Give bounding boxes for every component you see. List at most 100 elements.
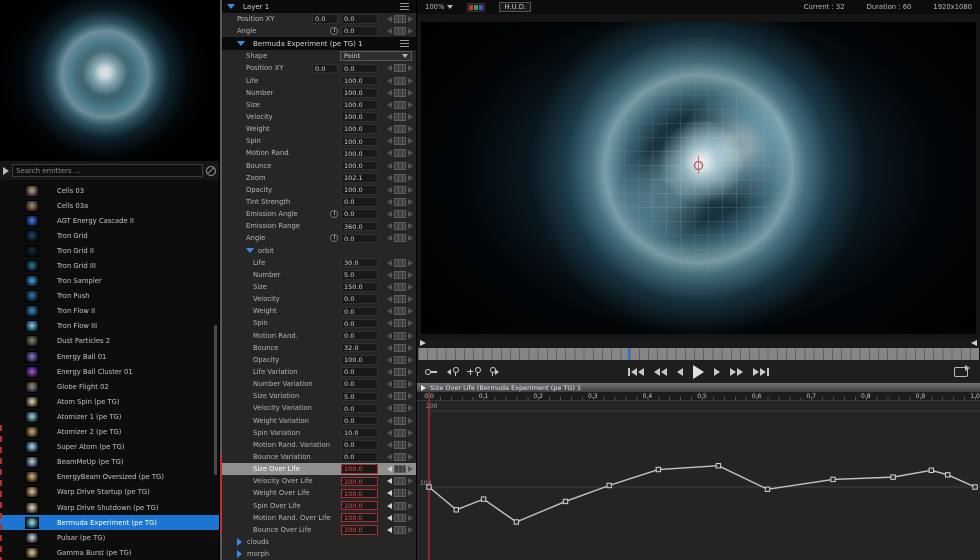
value-slider-pad[interactable] <box>394 380 406 388</box>
parameter-value[interactable]: 0.0 <box>341 209 378 219</box>
nudge-right-icon[interactable] <box>408 320 413 326</box>
parameter-value[interactable]: 0.0 <box>341 379 378 389</box>
parameter-value[interactable]: 32.0 <box>341 343 378 353</box>
render-view[interactable] <box>421 22 976 334</box>
parameter-row[interactable]: Bounce32.0 <box>220 342 416 354</box>
parameter-row[interactable]: Spin100.0 <box>220 135 416 147</box>
parameter-value[interactable]: 0.0 <box>341 367 378 377</box>
nudge-left-icon[interactable] <box>387 90 392 96</box>
menu-icon[interactable] <box>400 43 409 44</box>
nudge-right-icon[interactable] <box>408 102 413 108</box>
nudge-right-icon[interactable] <box>408 78 413 84</box>
parameter-value[interactable]: 5.0 <box>341 270 378 280</box>
parameter-value[interactable]: 0.0 <box>341 416 378 426</box>
nudge-left-icon[interactable] <box>387 65 392 71</box>
sub-emitter-header[interactable]: orbit <box>220 245 416 257</box>
nudge-right-icon[interactable] <box>408 418 413 424</box>
parameter-row[interactable]: Bounce Variation0.0 <box>220 451 416 463</box>
nudge-left-icon[interactable] <box>387 418 392 424</box>
nudge-right-icon[interactable] <box>408 235 413 241</box>
nudge-right-icon[interactable] <box>408 223 413 229</box>
parameter-value[interactable]: 100.0 <box>341 513 378 523</box>
nudge-right-icon[interactable] <box>408 357 413 363</box>
value-slider-pad[interactable] <box>394 27 406 35</box>
value-slider-pad[interactable] <box>394 89 406 97</box>
nudge-left-icon[interactable] <box>387 163 392 169</box>
keyframe-point[interactable] <box>656 467 660 471</box>
parameter-value[interactable]: 5.0 <box>341 392 378 402</box>
keyframe-point[interactable] <box>716 464 720 468</box>
parameter-row[interactable]: Opacity100.0 <box>220 184 416 196</box>
list-item[interactable]: BeamMeUp (pe TG) <box>0 455 219 470</box>
parameter-row[interactable]: Weight100.0 <box>220 123 416 135</box>
value-slider-pad[interactable] <box>394 332 406 340</box>
parameter-value[interactable]: 10.0 <box>341 428 378 438</box>
parameter-row[interactable]: Size Variation5.0 <box>220 390 416 402</box>
dial-icon[interactable] <box>330 234 338 242</box>
list-item[interactable]: Tron Flow III <box>0 319 219 334</box>
value-slider-pad[interactable] <box>394 101 406 109</box>
nudge-right-icon[interactable] <box>408 272 413 278</box>
keyframe-point[interactable] <box>427 485 431 489</box>
parameter-row[interactable]: Bounce100.0 <box>220 160 416 172</box>
nudge-left-icon[interactable] <box>387 405 392 411</box>
list-item[interactable]: Atom Spin (pe TG) <box>0 394 219 409</box>
parameter-value[interactable]: 100.0 <box>341 185 378 195</box>
nudge-left-icon[interactable] <box>387 78 392 84</box>
value-slider-pad[interactable] <box>394 259 406 267</box>
value-slider-pad[interactable] <box>394 210 406 218</box>
nudge-right-icon[interactable] <box>408 114 413 120</box>
parameter-row[interactable]: Life30.0 <box>220 257 416 269</box>
list-scrollbar[interactable] <box>214 325 217 475</box>
parameter-row[interactable]: Position XY0.00.0 <box>220 62 416 74</box>
value-slider-pad[interactable] <box>394 368 406 376</box>
parameter-value[interactable]: 150.0 <box>341 282 378 292</box>
parameter-value[interactable]: 102.1 <box>341 173 378 183</box>
parameter-row[interactable]: ShapePoint <box>220 50 416 62</box>
nudge-left-icon[interactable] <box>387 28 392 34</box>
parameter-value-x[interactable]: 0.0 <box>312 64 338 74</box>
value-slider-pad[interactable] <box>394 198 406 206</box>
keyframe-point[interactable] <box>765 487 769 491</box>
value-slider-pad[interactable] <box>394 465 406 473</box>
nudge-left-icon[interactable] <box>387 430 392 436</box>
keyframe-point[interactable] <box>929 468 933 472</box>
parameter-row[interactable]: Motion Rand. Over Life100.0 <box>220 512 416 524</box>
parameter-row[interactable]: Bounce Over Life100.0 <box>220 524 416 536</box>
step-forward-button[interactable] <box>714 368 720 376</box>
parameter-row[interactable]: Zoom102.1 <box>220 172 416 184</box>
value-slider-pad[interactable] <box>394 64 406 72</box>
parameter-value[interactable]: 100.0 <box>341 100 378 110</box>
parameter-value[interactable]: 0.0 <box>341 331 378 341</box>
search-input[interactable] <box>12 164 203 177</box>
parameter-row[interactable]: Opacity100.0 <box>220 354 416 366</box>
nudge-left-icon[interactable] <box>387 503 392 509</box>
nudge-left-icon[interactable] <box>387 114 392 120</box>
list-item[interactable]: Warp Drive Startup (pe TG) <box>0 485 219 500</box>
nudge-left-icon[interactable] <box>387 272 392 278</box>
parameter-value[interactable]: 100.0 <box>341 76 378 86</box>
parameter-value[interactable]: 100.0 <box>341 161 378 171</box>
clear-filter-icon[interactable] <box>206 166 216 176</box>
parameter-row[interactable]: Spin Variation10.0 <box>220 427 416 439</box>
parameter-value[interactable]: 100.0 <box>341 477 378 487</box>
nudge-left-icon[interactable] <box>387 308 392 314</box>
nudge-right-icon[interactable] <box>408 65 413 71</box>
value-slider-pad[interactable] <box>394 429 406 437</box>
parameter-value[interactable]: 0.0 <box>341 14 378 24</box>
nudge-right-icon[interactable] <box>408 175 413 181</box>
group-header[interactable]: Layer 1 <box>220 0 416 13</box>
value-slider-pad[interactable] <box>394 307 406 315</box>
jump-to-end-button[interactable] <box>753 368 769 376</box>
nudge-left-icon[interactable] <box>387 369 392 375</box>
nudge-left-icon[interactable] <box>387 235 392 241</box>
parameter-value[interactable]: 0.0 <box>341 452 378 462</box>
keyframe-point[interactable] <box>514 520 518 524</box>
nudge-left-icon[interactable] <box>387 296 392 302</box>
size-over-life-curve[interactable] <box>417 392 980 560</box>
parameter-row[interactable]: Motion Rand. Variation0.0 <box>220 439 416 451</box>
nudge-right-icon[interactable] <box>408 126 413 132</box>
parameter-row[interactable]: Size100.0 <box>220 99 416 111</box>
group-header[interactable]: Bermuda Experiment (pe TG) 1 <box>220 37 416 50</box>
parameter-value[interactable]: 100.0 <box>341 355 378 365</box>
